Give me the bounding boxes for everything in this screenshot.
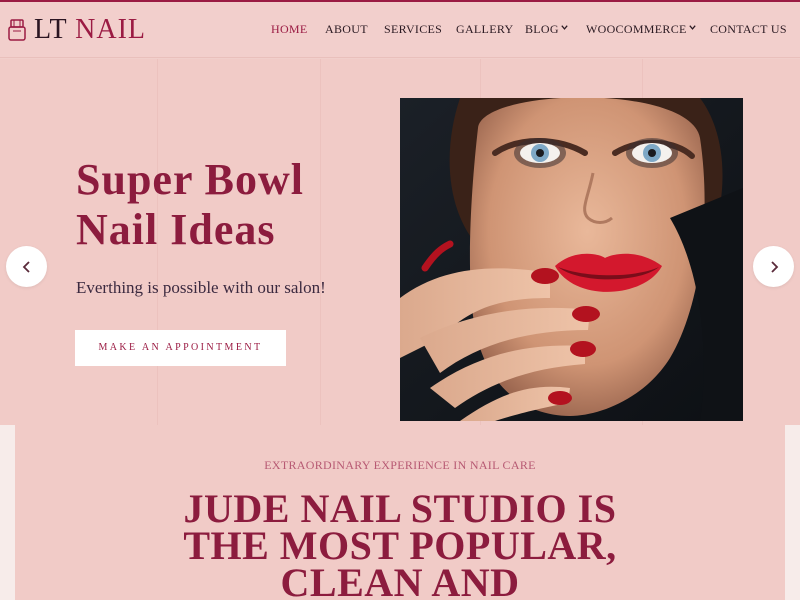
slider-next-button[interactable] xyxy=(753,246,794,287)
hero-title: Super Bowl Nail Ideas xyxy=(76,155,305,254)
main-nav: HOME ABOUT SERVICES GALLERY BLOG WOOCOMM… xyxy=(0,2,800,58)
nav-woocommerce-label: WOOCOMMERCE xyxy=(586,22,687,36)
nav-blog-label: BLOG xyxy=(525,22,559,36)
make-appointment-button[interactable]: MAKE AN APPOINTMENT xyxy=(75,330,286,366)
slider-prev-button[interactable] xyxy=(6,246,47,287)
nav-home[interactable]: HOME xyxy=(271,22,308,38)
intro-title-line: CLEAN AND xyxy=(280,560,520,600)
intro-section: EXTRAORDINARY EXPERIENCE IN NAIL CARE JU… xyxy=(0,425,800,600)
nav-woocommerce[interactable]: WOOCOMMERCE xyxy=(586,22,697,38)
nav-about[interactable]: ABOUT xyxy=(325,22,368,38)
nav-contact[interactable]: CONTACT US xyxy=(710,22,787,38)
chevron-right-icon xyxy=(770,260,778,273)
nav-services[interactable]: SERVICES xyxy=(384,22,442,38)
chevron-left-icon xyxy=(22,260,30,273)
chevron-down-icon xyxy=(561,25,568,30)
hero-image xyxy=(400,98,743,421)
nav-blog[interactable]: BLOG xyxy=(525,22,569,38)
chevron-down-icon xyxy=(688,25,696,30)
nav-gallery[interactable]: GALLERY xyxy=(456,22,513,38)
hero-slider: Super Bowl Nail Ideas Everthing is possi… xyxy=(0,59,800,425)
intro-panel: EXTRAORDINARY EXPERIENCE IN NAIL CARE JU… xyxy=(15,425,785,600)
hero-subtitle: Everthing is possible with our salon! xyxy=(76,278,326,297)
intro-eyebrow: EXTRAORDINARY EXPERIENCE IN NAIL CARE xyxy=(264,458,536,472)
model-portrait-illustration xyxy=(400,98,743,421)
site-header: LT NAIL HOME ABOUT SERVICES GALLERY BLOG… xyxy=(0,2,800,58)
intro-title: JUDE NAIL STUDIO IS THE MOST POPULAR, CL… xyxy=(15,489,785,600)
